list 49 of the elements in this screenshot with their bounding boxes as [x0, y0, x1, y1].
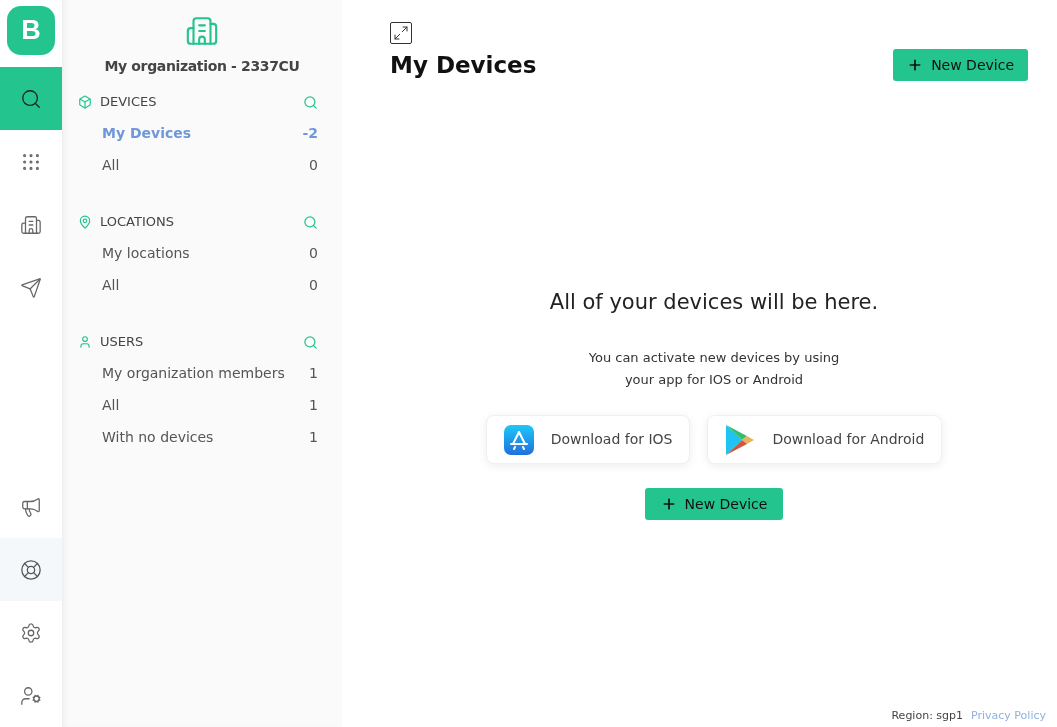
item-count: 0 [309, 243, 318, 263]
item-label: All [102, 395, 120, 415]
sidebar-item[interactable]: My organization members 1 [78, 357, 318, 389]
item-label: With no devices [102, 427, 214, 447]
building-icon [185, 14, 219, 48]
sidebar-item[interactable]: All 1 [78, 389, 318, 421]
sidebar-item[interactable]: All 0 [78, 149, 318, 181]
empty-state-text: You can activate new devices by using your app for IOS or Android [588, 349, 840, 389]
new-device-button[interactable]: New Device [644, 488, 784, 520]
empty-state-heading: All of your devices will be here. [549, 288, 879, 316]
paper-plane-icon [20, 276, 42, 299]
user-gear-icon [20, 684, 42, 707]
download-button[interactable]: Download for Android [707, 415, 943, 464]
building-icon [20, 213, 42, 236]
play-store-icon [725, 423, 756, 456]
download-button[interactable]: Download for IOS [485, 415, 691, 464]
sidebar-item[interactable]: My locations 0 [78, 237, 318, 269]
item-label: My organization members [102, 363, 285, 383]
item-count: 1 [309, 395, 318, 415]
section-title: LOCATIONS [100, 213, 175, 232]
cube-icon [78, 95, 92, 109]
megaphone-icon [20, 495, 42, 518]
organization-name: My organization - 2337CU [104, 57, 300, 76]
location-pin-icon [78, 215, 92, 229]
section-title: DEVICES [100, 93, 158, 112]
search-icon [20, 87, 42, 110]
item-label: All [102, 275, 120, 295]
app-store-icon [503, 424, 534, 455]
page-title: My Devices [390, 51, 537, 80]
item-count: 1 [309, 363, 318, 383]
item-label: My locations [102, 243, 190, 263]
item-count: -2 [302, 123, 318, 143]
search-icon[interactable] [303, 214, 318, 230]
item-label: All [102, 155, 120, 175]
item-count: 1 [309, 427, 318, 447]
item-count: 0 [309, 275, 318, 295]
settings-icon [20, 621, 42, 644]
lifebuoy-icon [20, 558, 42, 581]
sidebar-item[interactable]: With no devices 1 [78, 421, 318, 453]
search-icon[interactable] [303, 334, 318, 350]
expand-icon[interactable] [390, 22, 412, 44]
user-icon [78, 335, 92, 349]
region-label: Region: sgp1 [891, 707, 964, 724]
item-count: 0 [309, 155, 318, 175]
item-label: My Devices [102, 123, 192, 143]
section-title: USERS [100, 333, 145, 352]
new-device-button[interactable]: New Device [893, 49, 1028, 82]
search-icon[interactable] [303, 94, 318, 110]
sidebar-item[interactable]: All 0 [78, 269, 318, 301]
